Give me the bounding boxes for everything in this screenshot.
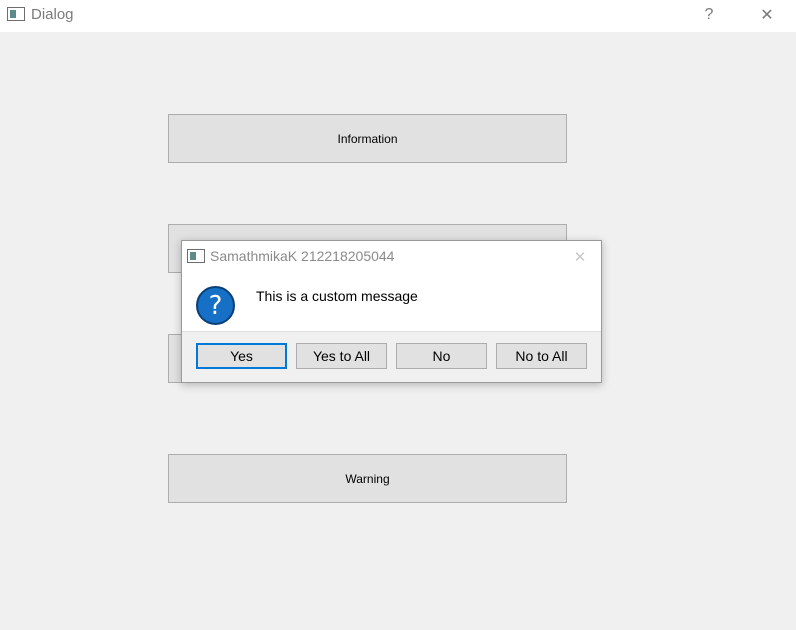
help-button[interactable]: ?	[686, 0, 732, 30]
message-box-close-button[interactable]: ✕	[566, 245, 594, 269]
information-button[interactable]: Information	[168, 114, 567, 163]
message-box-titlebar: SamathmikaK 212218205044 ✕	[182, 241, 601, 273]
message-box-title: SamathmikaK 212218205044	[210, 248, 395, 264]
message-box: SamathmikaK 212218205044 ✕ ? This is a c…	[181, 240, 602, 383]
message-text: This is a custom message	[256, 288, 418, 304]
message-box-app-icon	[187, 249, 205, 263]
no-button[interactable]: No	[396, 343, 487, 369]
question-icon: ?	[196, 286, 235, 325]
warning-button[interactable]: Warning	[168, 454, 567, 503]
yes-to-all-button[interactable]: Yes to All	[296, 343, 387, 369]
close-button[interactable]: ✕	[744, 0, 790, 30]
yes-button[interactable]: Yes	[196, 343, 287, 369]
no-to-all-button[interactable]: No to All	[496, 343, 587, 369]
window-title: Dialog	[31, 6, 74, 23]
window-app-icon	[7, 7, 25, 21]
message-box-body: ? This is a custom message	[182, 273, 601, 332]
window-titlebar: Dialog ? ✕	[0, 0, 796, 32]
